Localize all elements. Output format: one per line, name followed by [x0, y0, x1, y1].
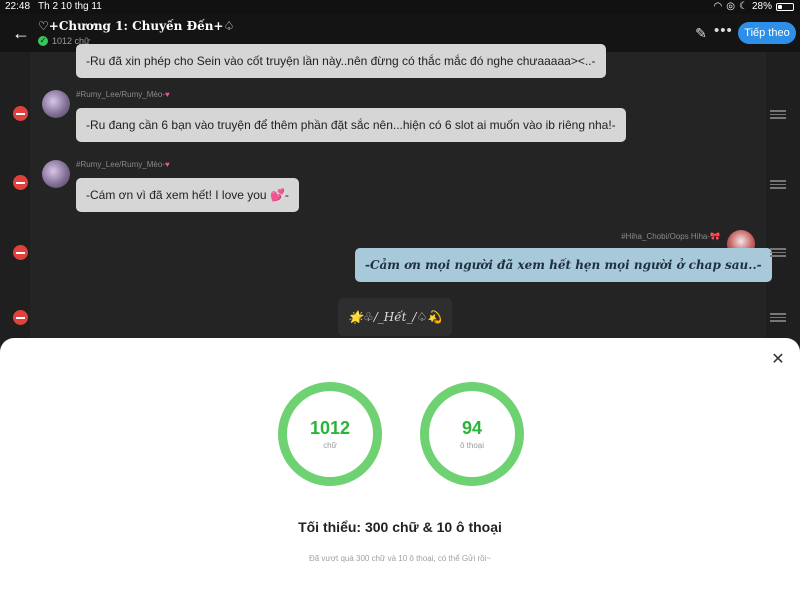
chat-area: -Ru đã xin phép cho Sein vào cốt truyện …: [0, 44, 800, 352]
message-row: #Rumy_Lee/Rumy_Mèo-♥ -Ru đang cần 6 bạn …: [0, 88, 800, 146]
dialogue-count-ring: 94 ô thoại: [420, 382, 524, 486]
author-name: #Rumy_Lee/Rumy_Mèo-♥: [76, 160, 170, 169]
dialogue-count-value: 94: [461, 418, 483, 438]
bow-icon: 🎀: [710, 232, 720, 241]
wifi-icon: ◠: [713, 1, 723, 12]
minimum-requirement: Tối thiểu: 300 chữ & 10 ô thoại: [298, 519, 502, 535]
battery-percent: 28%: [751, 1, 772, 12]
word-count-ring: 1012 chữ: [278, 382, 382, 486]
battery-icon: [776, 2, 794, 11]
end-marker-bubble[interactable]: 🌟♧/_Hết_/♤💫: [338, 298, 453, 336]
next-button[interactable]: Tiếp theo: [738, 22, 796, 44]
author-name: #Rumy_Lee/Rumy_Mèo-♥: [76, 90, 170, 99]
drag-handle-icon[interactable]: [770, 178, 786, 191]
word-count-value: 1012: [309, 418, 351, 438]
status-note: Đã vượt quá 300 chữ và 10 ô thoại, có th…: [308, 554, 492, 563]
location-icon: ◎: [726, 1, 736, 12]
moon-icon: ☾: [739, 1, 748, 12]
message-row: #Hiha_Chobi/Oops Hiha-🎀 -Cảm ơn mọi ngườ…: [0, 228, 800, 286]
message-bubble[interactable]: -Cảm ơn mọi người đã xem hết hẹn mọi ngư…: [355, 248, 772, 282]
delete-icon[interactable]: [13, 106, 28, 121]
message-row: 🌟♧/_Hết_/♤💫: [0, 298, 800, 342]
heart-icon: ♥: [164, 160, 170, 169]
message-bubble[interactable]: -Ru đã xin phép cho Sein vào cốt truyện …: [76, 44, 606, 78]
more-options-icon[interactable]: •••: [714, 23, 732, 42]
avatar: [42, 160, 70, 188]
word-count-unit: chữ: [323, 441, 337, 450]
back-arrow-icon[interactable]: ←: [10, 22, 32, 44]
delete-icon[interactable]: [13, 175, 28, 190]
delete-icon[interactable]: [13, 245, 28, 260]
close-icon[interactable]: ✕: [770, 352, 786, 368]
drag-handle-icon[interactable]: [770, 246, 786, 259]
check-icon: ✓: [38, 36, 48, 46]
status-right: ◠ ◎ ☾ 28%: [714, 1, 794, 12]
delete-icon[interactable]: [13, 310, 28, 325]
message-row: #Rumy_Lee/Rumy_Mèo-♥ -Cám ơn vì đã xem h…: [0, 158, 800, 216]
message-bubble[interactable]: -Ru đang cần 6 bạn vào truyện để thêm ph…: [76, 108, 626, 142]
chapter-title: ♡+Chương 1: Chuyến Đến+♤: [38, 19, 235, 33]
status-time: 22:48: [5, 1, 31, 12]
status-date: Th 2 10 thg 11: [38, 1, 102, 12]
avatar: [42, 90, 70, 118]
edit-icon[interactable]: ✎: [692, 24, 710, 42]
heart-icon: ♥: [164, 90, 170, 99]
message-bubble[interactable]: -Cám ơn vì đã xem hết! I love you 💕-: [76, 178, 299, 212]
drag-handle-icon[interactable]: [770, 108, 786, 121]
author-name: #Hiha_Chobi/Oops Hiha-🎀: [621, 232, 720, 241]
stats-bottom-sheet: ✕ 1012 chữ 94 ô thoại Tối thiểu: 300 chữ…: [0, 338, 800, 600]
dialogue-count-unit: ô thoại: [459, 441, 485, 450]
status-bar: 22:48 Th 2 10 thg 11 ◠ ◎ ☾ 28%: [0, 0, 800, 14]
drag-handle-icon[interactable]: [770, 311, 786, 324]
message-row: -Ru đã xin phép cho Sein vào cốt truyện …: [0, 44, 800, 82]
